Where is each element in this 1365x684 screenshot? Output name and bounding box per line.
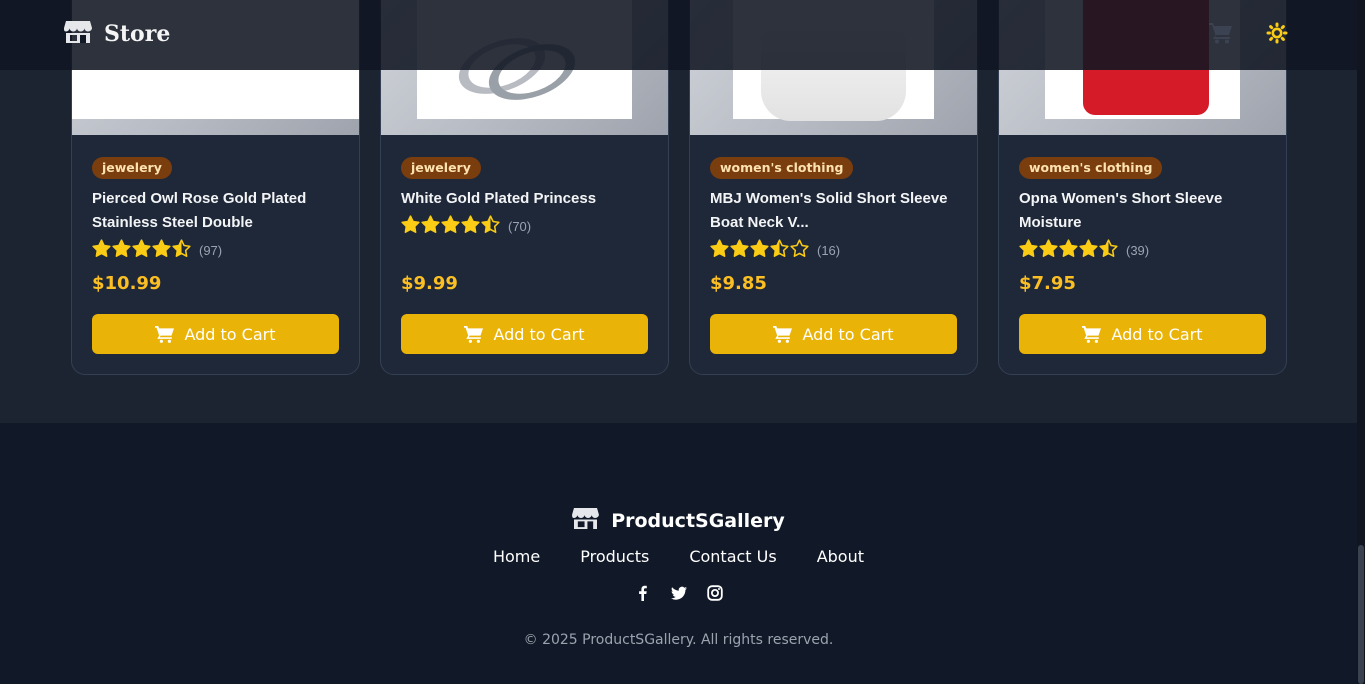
rating-count: (70) [508, 218, 532, 234]
star-icon [710, 238, 729, 262]
star-icon [461, 214, 480, 238]
star-icon [790, 238, 809, 262]
category-badge: women's clothing [1019, 157, 1163, 179]
product-title[interactable]: Opna Women's Short Sleeve Moisture [1019, 187, 1269, 235]
add-to-cart-label: Add to Cart [1111, 324, 1203, 344]
star-icon [112, 238, 131, 262]
product-price: $9.99 [401, 273, 458, 294]
star-icon [401, 214, 420, 238]
star-icon [750, 238, 769, 262]
product-rating: (16) [710, 238, 841, 262]
add-to-cart-button[interactable]: Add to Cart [710, 314, 957, 354]
star-rating [1019, 238, 1118, 262]
product-price: $9.85 [710, 273, 767, 294]
brand-name: Store [104, 21, 171, 47]
cart-icon [464, 325, 484, 343]
footer-nav: Home Products Contact Us About [0, 547, 1357, 566]
product-title[interactable]: White Gold Plated Princess [401, 187, 651, 211]
add-to-cart-label: Add to Cart [802, 324, 894, 344]
star-rating [401, 214, 500, 238]
brand-link[interactable]: Store [64, 20, 170, 48]
rating-count: (16) [817, 242, 841, 258]
footer-brand: ProductSGallery [0, 507, 1357, 534]
site-footer: ProductSGallery Home Products Contact Us… [0, 423, 1357, 684]
page-scrollbar[interactable] [1357, 0, 1365, 684]
facebook-icon[interactable] [635, 585, 651, 601]
product-title[interactable]: MBJ Women's Solid Short Sleeve Boat Neck… [710, 187, 960, 235]
star-icon [152, 238, 171, 262]
star-icon [1079, 238, 1098, 262]
copyright-text: © 2025 ProductSGallery. All rights reser… [523, 632, 834, 648]
rating-count: (39) [1126, 242, 1150, 258]
cart-icon [773, 325, 793, 343]
category-badge: women's clothing [710, 157, 854, 179]
product-rating: (39) [1019, 238, 1150, 262]
instagram-icon[interactable] [706, 585, 723, 601]
add-to-cart-button[interactable]: Add to Cart [1019, 314, 1266, 354]
star-icon [481, 214, 500, 238]
star-icon [1019, 238, 1038, 262]
store-icon [572, 507, 600, 534]
product-rating: (70) [401, 214, 532, 238]
add-to-cart-label: Add to Cart [493, 324, 585, 344]
star-rating [710, 238, 809, 262]
star-icon [421, 214, 440, 238]
footer-link-about[interactable]: About [817, 547, 864, 566]
product-price: $10.99 [92, 273, 162, 294]
add-to-cart-button[interactable]: Add to Cart [92, 314, 339, 354]
cart-icon [1082, 325, 1102, 343]
add-to-cart-label: Add to Cart [184, 324, 276, 344]
top-navbar: Store [0, 0, 1357, 70]
twitter-icon[interactable] [670, 585, 687, 601]
footer-brand-name: ProductSGallery [611, 509, 785, 532]
product-price: $7.95 [1019, 273, 1076, 294]
star-icon [1059, 238, 1078, 262]
social-links [0, 585, 1357, 601]
category-badge: jewelery [92, 157, 172, 179]
product-rating: (97) [92, 238, 223, 262]
rating-count: (97) [199, 242, 223, 258]
footer-link-contact[interactable]: Contact Us [689, 547, 776, 566]
star-icon [1039, 238, 1058, 262]
star-rating [92, 238, 191, 262]
category-badge: jewelery [401, 157, 481, 179]
footer-link-home[interactable]: Home [493, 547, 540, 566]
store-icon [64, 20, 92, 48]
star-icon [441, 214, 460, 238]
star-icon [132, 238, 151, 262]
cart-icon[interactable] [1209, 22, 1233, 44]
star-icon [92, 238, 111, 262]
sun-icon[interactable] [1266, 22, 1288, 44]
star-icon [730, 238, 749, 262]
footer-link-products[interactable]: Products [580, 547, 649, 566]
product-title[interactable]: Pierced Owl Rose Gold Plated Stainless S… [92, 187, 342, 235]
cart-icon [155, 325, 175, 343]
scrollbar-thumb[interactable] [1358, 545, 1364, 684]
add-to-cart-button[interactable]: Add to Cart [401, 314, 648, 354]
star-icon [770, 238, 789, 262]
star-icon [172, 238, 191, 262]
star-icon [1099, 238, 1118, 262]
